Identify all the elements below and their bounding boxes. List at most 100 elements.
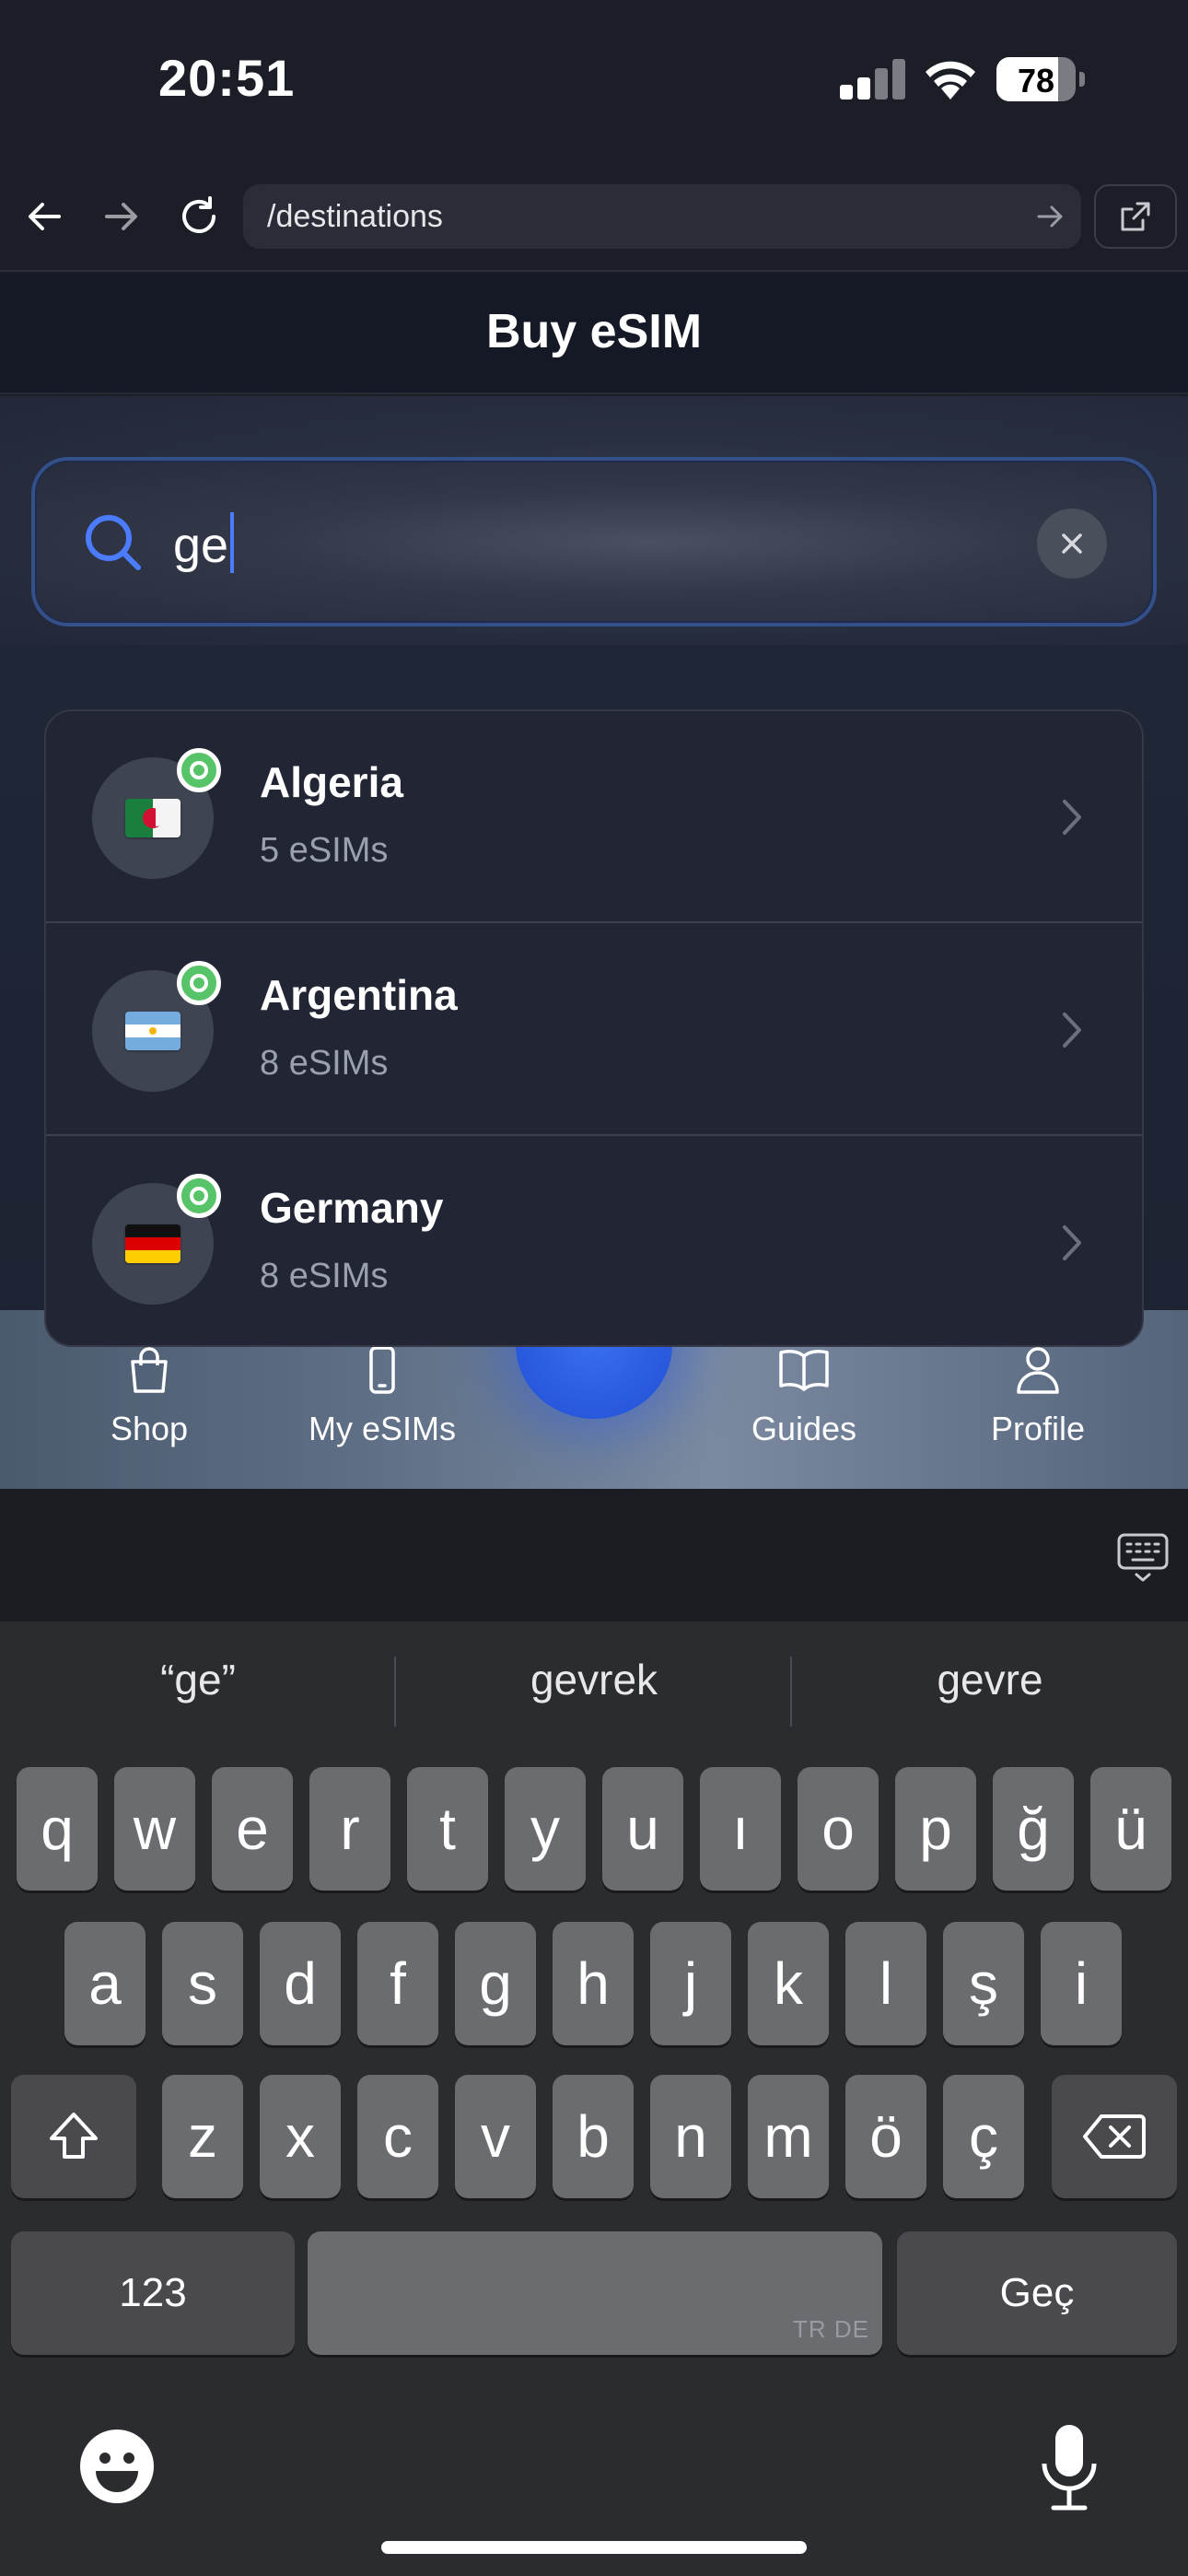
tab-label: Profile [990, 1410, 1086, 1447]
result-germany[interactable]: Germany 8 eSIMs [46, 1137, 1142, 1345]
country-name: Algeria [260, 758, 403, 806]
back-button[interactable] [17, 184, 72, 249]
page-title: Buy eSIM [485, 305, 703, 358]
suggestion-1[interactable]: “ge” [0, 1655, 396, 1704]
battery-percent: 78 [1017, 62, 1055, 100]
key-s[interactable]: s [162, 1922, 243, 2045]
key-g[interactable]: g [455, 1922, 536, 2045]
space-key[interactable]: TR DE [308, 2231, 882, 2355]
esim-count: 8 eSIMs [260, 1257, 389, 1295]
close-icon [1062, 533, 1082, 554]
return-key[interactable]: Geç [897, 2231, 1177, 2355]
key-ç[interactable]: ç [943, 2075, 1024, 2198]
tab-shop[interactable]: Shop [48, 1345, 250, 1474]
clear-search-button[interactable] [1037, 509, 1107, 579]
algeria-flag-icon [125, 799, 181, 837]
key-ş[interactable]: ş [943, 1922, 1024, 2045]
backspace-icon [1083, 2114, 1146, 2159]
keyboard-dismiss-icon[interactable] [1116, 1531, 1170, 1585]
search-input[interactable]: ge [31, 457, 1157, 626]
esim-count: 8 eSIMs [260, 1044, 389, 1083]
shift-icon [50, 2113, 98, 2159]
tab-guides[interactable]: Guides [703, 1345, 905, 1474]
key-a[interactable]: a [64, 1922, 146, 2045]
suggestion-3[interactable]: gevre [792, 1655, 1188, 1704]
key-e[interactable]: e [212, 1767, 293, 1891]
key-y[interactable]: y [505, 1767, 586, 1891]
key-i[interactable]: i [1041, 1922, 1122, 2045]
result-algeria[interactable]: Algeria 5 eSIMs [46, 711, 1142, 923]
key-b[interactable]: b [553, 2075, 634, 2198]
key-ı[interactable]: ı [700, 1767, 781, 1891]
tab-profile[interactable]: Profile [937, 1345, 1139, 1474]
key-w[interactable]: w [114, 1767, 195, 1891]
delete-key[interactable] [1052, 2075, 1177, 2198]
key-d[interactable]: d [260, 1922, 341, 2045]
chevron-right-icon [1063, 1225, 1081, 1260]
search-value: ge [173, 512, 235, 574]
tab-label: Shop [110, 1410, 189, 1447]
available-status-icon [177, 961, 221, 1005]
reload-button[interactable] [171, 184, 227, 249]
numbers-key[interactable]: 123 [11, 2231, 295, 2355]
status-time: 20:51 [158, 49, 296, 107]
key-h[interactable]: h [553, 1922, 634, 2045]
key-p[interactable]: p [895, 1767, 976, 1891]
suggestion-2[interactable]: gevrek [396, 1655, 792, 1704]
url-text: /destinations [267, 199, 443, 234]
microphone-icon[interactable] [1037, 2421, 1101, 2513]
key-f[interactable]: f [357, 1922, 438, 2045]
available-status-icon [177, 748, 221, 792]
key-u[interactable]: u [602, 1767, 683, 1891]
key-r[interactable]: r [309, 1767, 390, 1891]
battery-icon: 78 [996, 57, 1085, 101]
phone-icon [369, 1346, 395, 1394]
keyboard-accessory-bar [0, 1489, 1188, 1622]
key-x[interactable]: x [260, 2075, 341, 2198]
germany-flag-icon [125, 1224, 181, 1263]
key-ğ[interactable]: ğ [993, 1767, 1074, 1891]
country-name: Argentina [260, 971, 458, 1019]
key-n[interactable]: n [650, 2075, 731, 2198]
available-status-icon [177, 1174, 221, 1218]
key-ü[interactable]: ü [1090, 1767, 1171, 1891]
key-z[interactable]: z [162, 2075, 243, 2198]
search-icon [86, 515, 141, 570]
shift-key[interactable] [11, 2075, 136, 2198]
person-icon [1017, 1347, 1059, 1394]
country-name: Germany [260, 1184, 444, 1232]
result-argentina[interactable]: Argentina 8 eSIMs [46, 924, 1142, 1136]
key-k[interactable]: k [748, 1922, 829, 2045]
emoji-icon[interactable] [76, 2425, 158, 2508]
go-arrow-icon[interactable] [1031, 198, 1068, 235]
cellular-signal-icon [840, 59, 906, 100]
tab-label: Guides [751, 1410, 857, 1447]
external-link-icon [1121, 202, 1150, 231]
tab-label: My eSIMs [308, 1410, 456, 1447]
forward-button[interactable] [94, 184, 149, 249]
url-bar[interactable]: /destinations [243, 184, 1081, 249]
key-ö[interactable]: ö [845, 2075, 926, 2198]
key-c[interactable]: c [357, 2075, 438, 2198]
keyboard-language-label: TR DE [793, 2315, 869, 2343]
arrow-left-icon [29, 203, 61, 230]
bag-icon [131, 1347, 168, 1393]
search-results-list: Algeria 5 eSIMs Argentina 8 eSIMs German… [44, 709, 1144, 1347]
chevron-right-icon [1063, 800, 1081, 835]
key-m[interactable]: m [748, 2075, 829, 2198]
tab-my-esims[interactable]: My eSIMs [281, 1345, 483, 1474]
key-j[interactable]: j [650, 1922, 731, 2045]
esim-count: 5 eSIMs [260, 831, 389, 870]
book-icon [779, 1350, 829, 1391]
arrow-right-icon [105, 203, 137, 230]
key-o[interactable]: o [798, 1767, 879, 1891]
home-indicator [381, 2541, 807, 2554]
key-l[interactable]: l [845, 1922, 926, 2045]
key-v[interactable]: v [455, 2075, 536, 2198]
wifi-icon [921, 57, 980, 101]
key-t[interactable]: t [407, 1767, 488, 1891]
key-q[interactable]: q [17, 1767, 98, 1891]
chevron-right-icon [1063, 1013, 1081, 1048]
open-external-button[interactable] [1094, 184, 1177, 249]
reload-icon [182, 196, 215, 233]
